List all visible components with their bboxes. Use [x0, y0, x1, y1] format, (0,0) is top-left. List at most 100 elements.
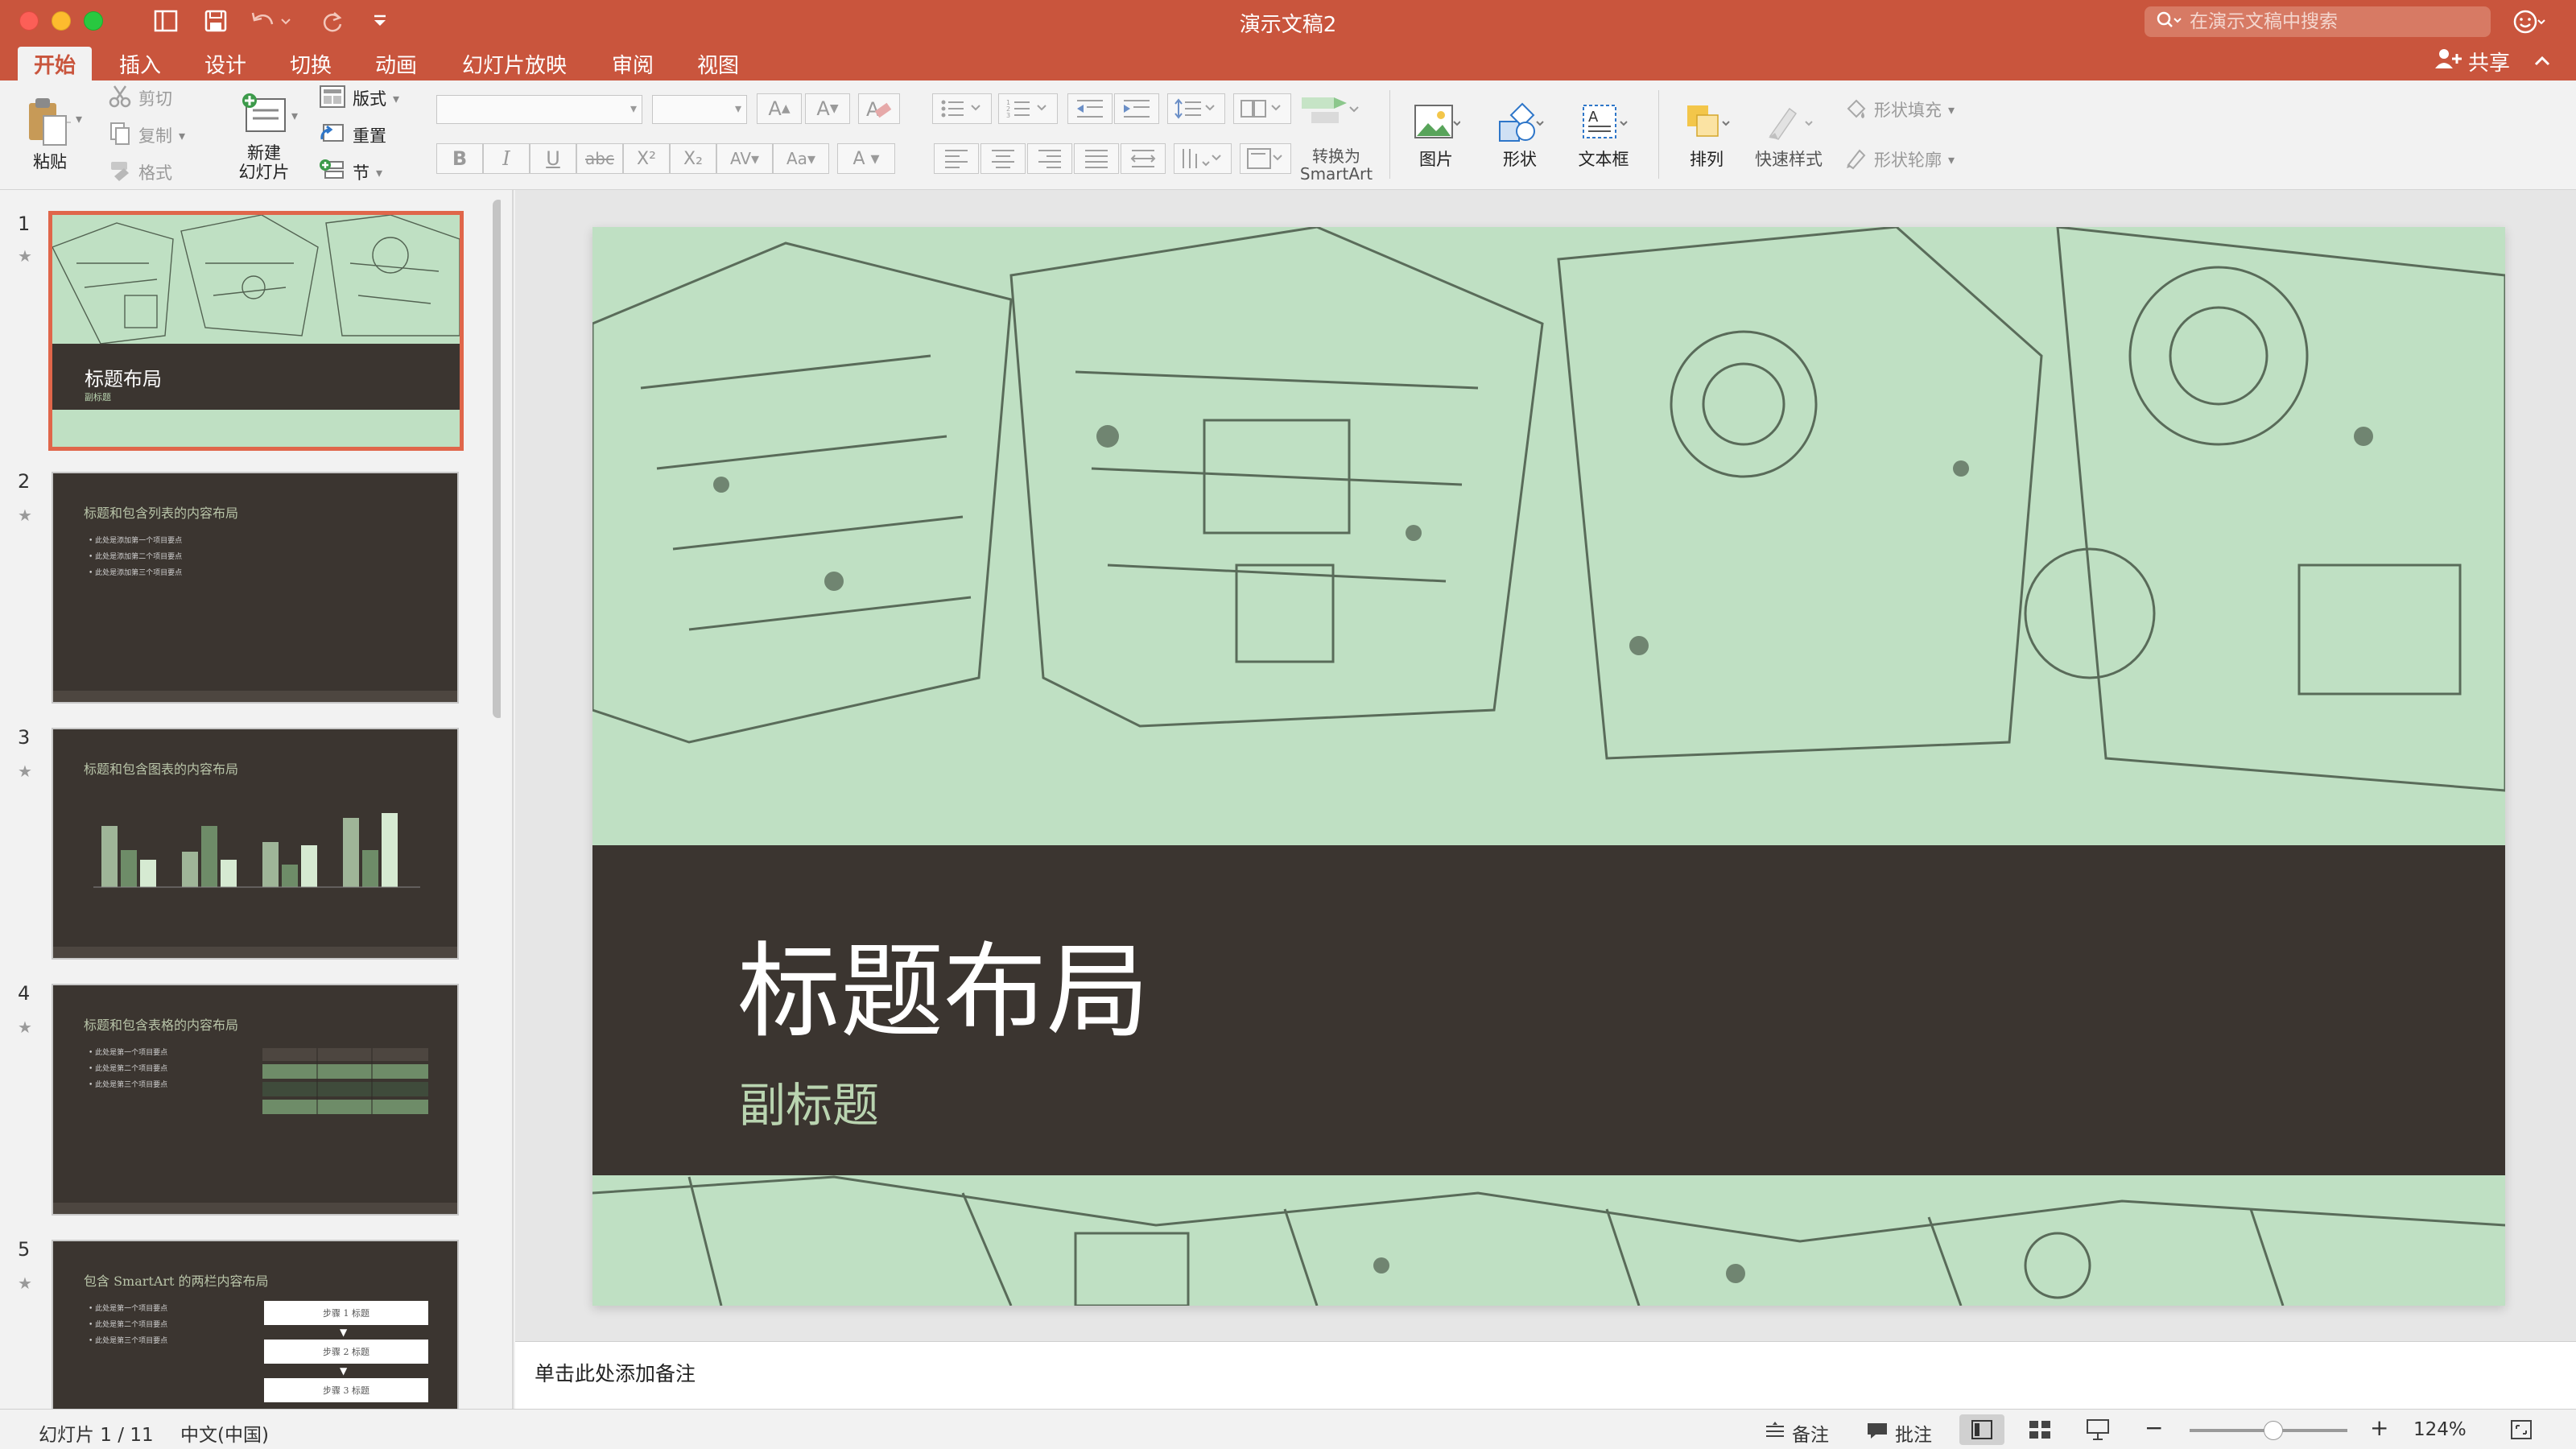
- underline-button[interactable]: U: [530, 143, 576, 174]
- search-box[interactable]: [2145, 6, 2491, 37]
- slide-number: 5: [18, 1238, 31, 1261]
- copy-button[interactable]: 复制 ▾: [108, 121, 185, 150]
- tab-animations[interactable]: 动画: [359, 47, 433, 80]
- tab-view[interactable]: 视图: [681, 47, 755, 80]
- distribute-icon[interactable]: [1121, 143, 1166, 174]
- increase-font-button[interactable]: A ▲: [757, 93, 802, 124]
- feedback-smiley-icon[interactable]: [2513, 6, 2545, 37]
- share-button[interactable]: 共享: [2434, 47, 2510, 76]
- shape-button[interactable]: 形状: [1481, 89, 1558, 180]
- change-case-button[interactable]: Aa▾: [773, 143, 829, 174]
- presenter-view-icon[interactable]: [2075, 1414, 2120, 1445]
- textbox-button[interactable]: A 文本框: [1565, 89, 1642, 180]
- bold-button[interactable]: B: [436, 143, 483, 174]
- font-size-combo[interactable]: [652, 95, 747, 124]
- slide-number: 4: [18, 982, 31, 1005]
- slide-counter: 幻灯片 1 / 11: [39, 1425, 154, 1446]
- picture-button[interactable]: 图片: [1397, 89, 1475, 180]
- align-center-icon[interactable]: [980, 143, 1026, 174]
- close-window-button[interactable]: [19, 11, 39, 31]
- align-left-icon[interactable]: [934, 143, 979, 174]
- tab-insert[interactable]: 插入: [103, 47, 177, 80]
- font-color-button[interactable]: A ▾: [837, 143, 895, 174]
- language-indicator[interactable]: 中文(中国): [180, 1419, 269, 1447]
- zoom-out-button[interactable]: −: [2145, 1414, 2163, 1441]
- superscript-button[interactable]: X²: [623, 143, 670, 174]
- line-spacing-icon[interactable]: [1167, 93, 1225, 124]
- reset-button[interactable]: 重置: [319, 121, 386, 150]
- save-icon[interactable]: [198, 6, 233, 35]
- search-icon: [2156, 10, 2182, 33]
- paste-dropdown-icon[interactable]: ▾: [76, 111, 82, 126]
- slide-thumbnail-4[interactable]: 标题和包含表格的内容布局 • 此处是第一个项目要点 • 此处是第二个项目要点 •…: [52, 984, 459, 1216]
- justify-icon[interactable]: [1074, 143, 1119, 174]
- cut-button[interactable]: 剪切: [108, 84, 172, 113]
- new-slide-button[interactable]: 新建 幻灯片: [225, 85, 303, 188]
- decrease-indent-icon[interactable]: [1067, 93, 1113, 124]
- clear-formatting-icon[interactable]: A: [858, 93, 900, 124]
- maximize-window-button[interactable]: [84, 11, 103, 31]
- tab-transitions[interactable]: 切换: [274, 47, 348, 80]
- numbering-icon[interactable]: 123: [998, 93, 1058, 124]
- zoom-slider-knob[interactable]: [2264, 1421, 2283, 1440]
- fit-to-window-icon[interactable]: [2499, 1414, 2544, 1445]
- tab-slideshow[interactable]: 幻灯片放映: [446, 47, 583, 80]
- italic-button[interactable]: I: [483, 143, 530, 174]
- decrease-font-button[interactable]: A ▼: [805, 93, 850, 124]
- slide-title[interactable]: 标题布局: [737, 932, 1150, 1053]
- redo-icon[interactable]: [316, 6, 348, 35]
- slide-thumbnail-5[interactable]: 包含 SmartArt 的两栏内容布局 • 此处是第一个项目要点 • 此处是第二…: [52, 1240, 459, 1409]
- notes-placeholder[interactable]: 单击此处添加备注: [535, 1358, 696, 1387]
- character-spacing-button[interactable]: AV▾: [716, 143, 773, 174]
- thumbnail-scrollbar[interactable]: [493, 200, 501, 718]
- slide-thumbnail-2[interactable]: 标题和包含列表的内容布局 • 此处是添加第一个项目要点 • 此处是添加第二个项目…: [52, 472, 459, 704]
- quick-styles-button[interactable]: 快速样式: [1748, 89, 1829, 180]
- scissors-icon: [108, 85, 132, 113]
- comments-toggle-button[interactable]: 批注: [1866, 1419, 1932, 1447]
- section-icon: [319, 159, 346, 187]
- slide-thumbnail-1[interactable]: 标题布局 副标题: [48, 211, 464, 451]
- section-button[interactable]: 节 ▾: [319, 158, 382, 187]
- vertical-align-icon[interactable]: [1174, 143, 1232, 174]
- shape-fill-button[interactable]: 形状填充 ▾: [1843, 95, 1955, 124]
- font-name-combo[interactable]: [436, 95, 642, 124]
- text-align-box-icon[interactable]: [1240, 143, 1291, 174]
- minimize-window-button[interactable]: [52, 11, 71, 31]
- bullets-icon[interactable]: [932, 93, 992, 124]
- text-direction-icon[interactable]: [1296, 92, 1364, 129]
- pane-divider[interactable]: [512, 190, 514, 1409]
- thumb-subtitle: 副标题: [85, 392, 111, 402]
- columns-icon[interactable]: [1233, 93, 1291, 124]
- format-painter-button[interactable]: 格式: [108, 158, 172, 187]
- align-right-icon[interactable]: [1027, 143, 1072, 174]
- tab-design[interactable]: 设计: [188, 47, 262, 80]
- undo-icon[interactable]: [248, 6, 293, 35]
- increase-indent-icon[interactable]: [1114, 93, 1159, 124]
- notes-pane[interactable]: 单击此处添加备注: [515, 1341, 2576, 1409]
- subscript-button[interactable]: X₂: [670, 143, 716, 174]
- main-slide[interactable]: 标题布局 副标题: [592, 227, 2505, 1306]
- sidebar-toggle-icon[interactable]: [148, 6, 184, 35]
- tab-review[interactable]: 审阅: [596, 47, 670, 80]
- customize-toolbar-icon[interactable]: [364, 6, 396, 35]
- tab-home[interactable]: 开始: [18, 47, 93, 80]
- new-slide-dropdown-icon[interactable]: ▾: [291, 108, 298, 123]
- zoom-in-button[interactable]: +: [2370, 1414, 2388, 1441]
- normal-view-icon[interactable]: [1959, 1414, 2004, 1445]
- zoom-level[interactable]: 124%: [2413, 1419, 2467, 1440]
- slide-sorter-view-icon[interactable]: [2017, 1414, 2062, 1445]
- paste-button[interactable]: 粘贴: [11, 85, 89, 180]
- strikethrough-button[interactable]: abc: [576, 143, 623, 174]
- collapse-ribbon-icon[interactable]: [2528, 47, 2557, 76]
- slide-subtitle[interactable]: 副标题: [739, 1067, 879, 1135]
- notes-toggle-button[interactable]: 备注: [1765, 1419, 1829, 1447]
- arrange-button[interactable]: 排列: [1668, 89, 1745, 180]
- quick-styles-icon: [1764, 101, 1814, 150]
- convert-smartart-button[interactable]: 转换为 SmartArt: [1293, 145, 1380, 185]
- arrow-down-icon: ▼: [340, 1365, 348, 1377]
- search-input[interactable]: [2190, 11, 2479, 32]
- shape-outline-button[interactable]: 形状轮廓 ▾: [1843, 145, 1955, 174]
- layout-button[interactable]: 版式 ▾: [319, 84, 399, 113]
- slide-thumbnail-3[interactable]: 标题和包含图表的内容布局: [52, 728, 459, 960]
- smartart-step: 步骤 2 标题: [264, 1340, 428, 1364]
